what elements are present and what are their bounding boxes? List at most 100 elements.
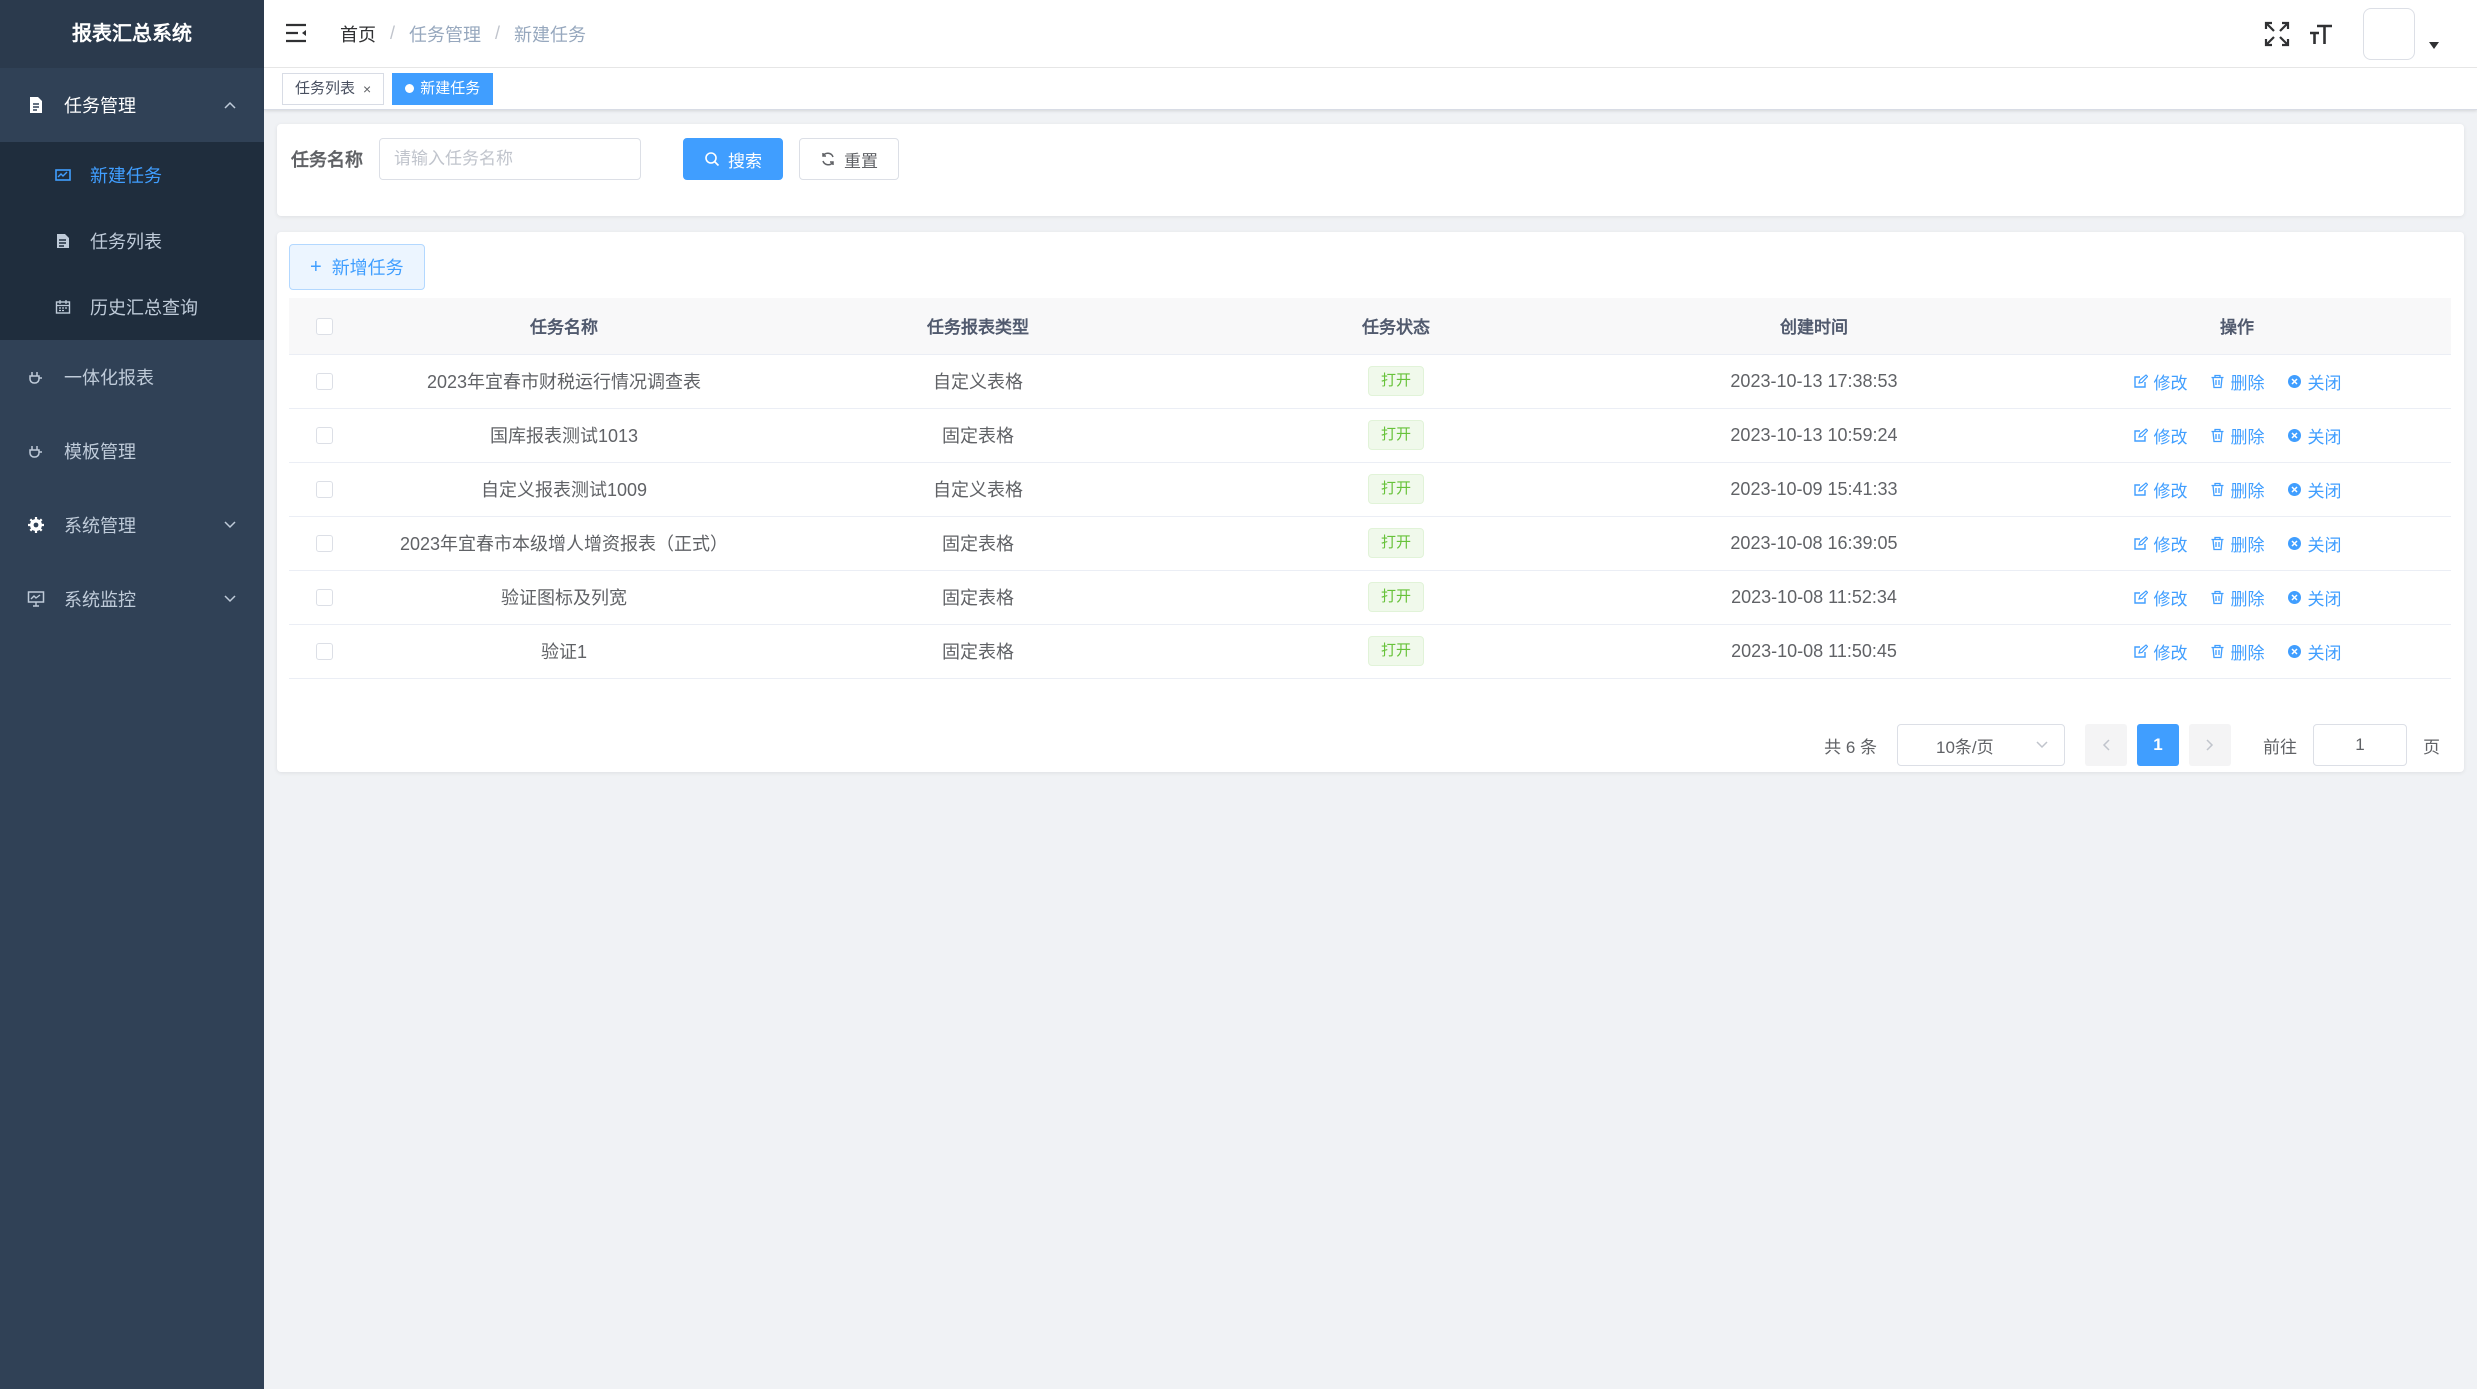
row-checkbox[interactable]: [315, 643, 333, 661]
actions-cell: 修改 删除 关闭: [2023, 516, 2451, 571]
pagination-total: 共 6 条: [1824, 737, 1877, 757]
delete-label: 删除: [2230, 643, 2265, 663]
edit-button[interactable]: 修改: [2133, 639, 2188, 664]
row-checkbox[interactable]: [315, 373, 333, 391]
status-badge: 打开: [1367, 582, 1424, 612]
close-icon[interactable]: ×: [363, 74, 371, 104]
page-number-button[interactable]: 1: [2137, 724, 2179, 766]
sidebar-item-template-management[interactable]: 模板管理: [0, 414, 264, 488]
reset-button[interactable]: 重置: [799, 138, 899, 180]
prev-page-button[interactable]: [2085, 724, 2127, 766]
edit-icon: [2133, 373, 2148, 389]
row-checkbox[interactable]: [315, 535, 333, 553]
row-actions: 修改 删除 关闭: [2023, 477, 2451, 502]
delete-label: 删除: [2230, 373, 2265, 393]
sidebar-item-history-query[interactable]: 历史汇总查询: [0, 274, 264, 340]
report-type-cell: 自定义表格: [769, 462, 1187, 517]
delete-button[interactable]: 删除: [2210, 639, 2265, 664]
edit-button[interactable]: 修改: [2133, 531, 2188, 556]
sidebar-item-task-list[interactable]: 任务列表: [0, 208, 264, 274]
delete-button[interactable]: 删除: [2210, 585, 2265, 610]
navbar: 首页 / 任务管理 / 新建任务: [264, 0, 2477, 68]
edit-label: 修改: [2153, 643, 2188, 663]
tag-new-task[interactable]: 新建任务: [392, 72, 494, 105]
close-task-button[interactable]: 关闭: [2287, 477, 2342, 502]
close-task-button[interactable]: 关闭: [2287, 531, 2342, 556]
sidebar-item-integrated-report[interactable]: 一体化报表: [0, 340, 264, 414]
sidebar-item-task-management[interactable]: 任务管理: [0, 68, 264, 142]
select-all-checkbox[interactable]: [315, 317, 333, 335]
report-type-cell: 固定表格: [769, 570, 1187, 625]
report-type-cell: 固定表格: [769, 516, 1187, 571]
row-select-cell: [289, 624, 359, 679]
table-body: 2023年宜春市财税运行情况调查表 自定义表格 打开 2023-10-13 17:38…: [289, 354, 2451, 679]
edit-icon: [2133, 427, 2148, 443]
page-size-select[interactable]: 10条/页: [1897, 724, 2065, 766]
delete-button[interactable]: 删除: [2210, 477, 2265, 502]
sidebar-item-label: 系统监控: [64, 590, 136, 610]
navbar-right: [2247, 0, 2439, 68]
column-header-actions: 操作: [2023, 298, 2451, 355]
task-name-search-input[interactable]: [379, 138, 641, 180]
sidebar-item-label: 模板管理: [64, 442, 136, 462]
close-task-button[interactable]: 关闭: [2287, 369, 2342, 394]
goto-page-input[interactable]: [2313, 724, 2407, 766]
task-name-cell: 自定义报表测试1009: [359, 462, 769, 517]
font-size-icon[interactable]: [2307, 20, 2335, 48]
list-icon: [54, 232, 72, 250]
form-icon: [54, 166, 72, 184]
breadcrumb: 首页 / 任务管理 / 新建任务: [340, 21, 586, 47]
row-checkbox[interactable]: [315, 427, 333, 445]
close-task-button[interactable]: 关闭: [2287, 423, 2342, 448]
sidebar-item-system-management[interactable]: 系统管理: [0, 488, 264, 562]
document-icon: [26, 95, 46, 115]
status-badge: 打开: [1367, 636, 1424, 666]
delete-button[interactable]: 删除: [2210, 423, 2265, 448]
edit-button[interactable]: 修改: [2133, 423, 2188, 448]
delete-label: 删除: [2230, 427, 2265, 447]
caret-down-icon[interactable]: [2429, 38, 2439, 52]
goto-label: 前往: [2263, 737, 2297, 757]
edit-button[interactable]: 修改: [2133, 477, 2188, 502]
trash-icon: [2210, 482, 2225, 497]
table-row: 2023年宜春市本级增人增资报表（正式） 固定表格 打开 2023-10-08 16:…: [289, 516, 2451, 571]
tag-task-list[interactable]: 任务列表 ×: [282, 72, 385, 105]
table-row: 2023年宜春市财税运行情况调查表 自定义表格 打开 2023-10-13 17:38…: [289, 354, 2451, 409]
row-checkbox[interactable]: [315, 589, 333, 607]
status-badge: 打开: [1367, 366, 1424, 396]
fullscreen-icon[interactable]: [2263, 20, 2291, 48]
calendar-icon: [54, 298, 72, 316]
breadcrumb-item-home[interactable]: 首页: [340, 21, 376, 47]
hamburger-menu-icon[interactable]: [284, 21, 310, 47]
table-row: 自定义报表测试1009 自定义表格 打开 2023-10-09 15:41:33 修改 删…: [289, 462, 2451, 517]
select-all-cell: [289, 298, 359, 355]
close-label: 关闭: [2307, 589, 2342, 609]
breadcrumb-item-task-management: 任务管理: [409, 24, 482, 45]
column-header-task-name: 任务名称: [359, 298, 769, 355]
edit-button[interactable]: 修改: [2133, 369, 2188, 394]
sidebar-item-new-task[interactable]: 新建任务: [0, 142, 264, 208]
search-button[interactable]: 搜索: [683, 138, 783, 180]
close-task-button[interactable]: 关闭: [2287, 639, 2342, 664]
task-name-cell: 验证1: [359, 624, 769, 679]
edit-icon: [2133, 535, 2148, 551]
next-page-button[interactable]: [2189, 724, 2231, 766]
add-task-button[interactable]: + 新增任务: [289, 244, 425, 290]
column-header-created-time: 创建时间: [1605, 298, 2023, 355]
tag-label: 任务列表: [295, 79, 356, 97]
app-logo-title: 报表汇总系统: [0, 0, 264, 68]
circle-close-icon: [2287, 644, 2302, 659]
delete-button[interactable]: 删除: [2210, 369, 2265, 394]
close-task-button[interactable]: 关闭: [2287, 585, 2342, 610]
delete-button[interactable]: 删除: [2210, 531, 2265, 556]
created-time-cell: 2023-10-08 11:52:34: [1605, 570, 2023, 625]
actions-cell: 修改 删除 关闭: [2023, 624, 2451, 679]
status-badge: 打开: [1367, 528, 1424, 558]
circle-close-icon: [2287, 374, 2302, 389]
sidebar-item-system-monitor[interactable]: 系统监控: [0, 562, 264, 636]
edit-button[interactable]: 修改: [2133, 585, 2188, 610]
sidebar-item-label: 任务列表: [90, 232, 162, 252]
edit-label: 修改: [2153, 427, 2188, 447]
row-checkbox[interactable]: [315, 481, 333, 499]
avatar[interactable]: [2363, 8, 2415, 60]
